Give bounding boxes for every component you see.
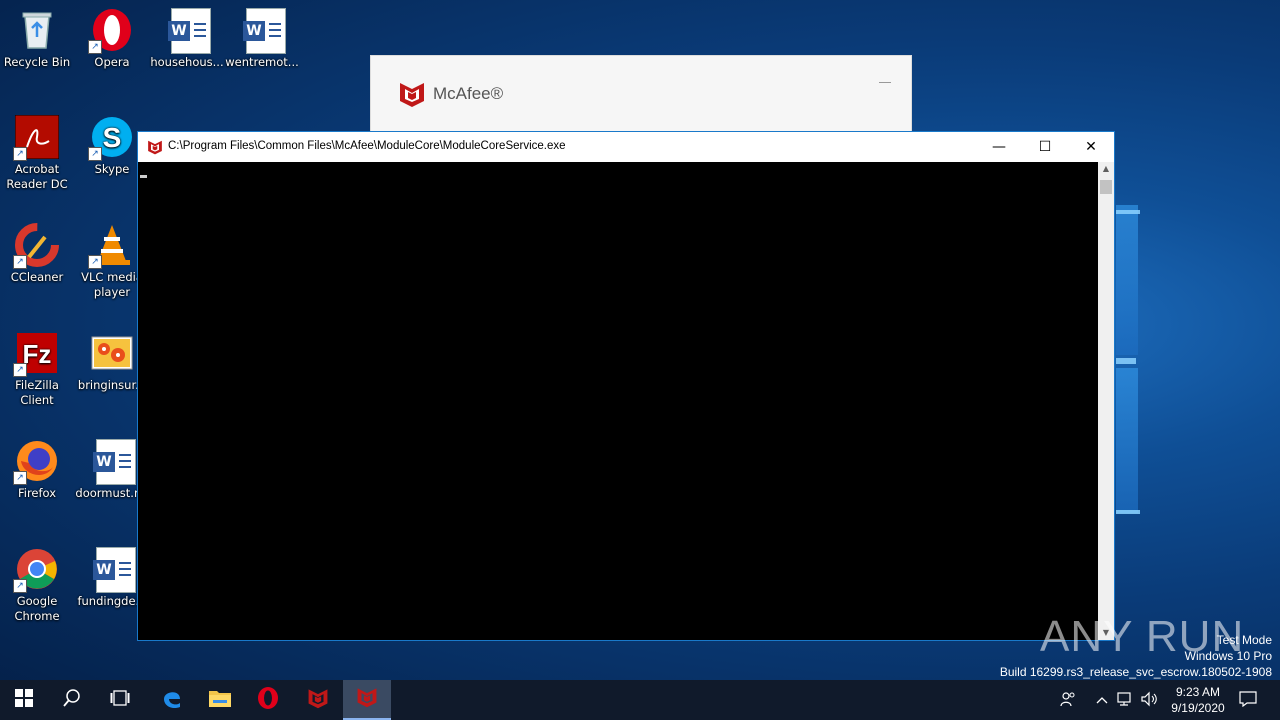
shortcut-arrow-icon: ↗ [13, 255, 27, 269]
scroll-up-icon[interactable]: ▲ [1098, 162, 1114, 176]
desktop-icon-filezilla[interactable]: Fz ↗ FileZilla Client [0, 331, 74, 408]
mcafee-logo-icon [147, 139, 163, 155]
shortcut-arrow-icon: ↗ [88, 255, 102, 269]
icon-label: wentremot... [225, 55, 299, 69]
recycle-bin-icon [15, 8, 59, 52]
console-window[interactable]: C:\Program Files\Common Files\McAfee\Mod… [137, 131, 1115, 641]
task-view-icon [110, 690, 130, 710]
mcafee-logo-icon [399, 80, 425, 112]
close-button[interactable]: ✕ [1068, 132, 1114, 162]
desktop-icon-wentremot[interactable]: W wentremot... [225, 8, 299, 70]
desktop-icon-chrome[interactable]: ↗ Google Chrome [0, 547, 74, 624]
word-document-icon: W [240, 8, 286, 54]
vertical-scrollbar[interactable]: ▲ ▼ [1098, 162, 1114, 640]
skype-icon: S ↗ [88, 115, 134, 161]
desktop-icon-opera[interactable]: ↗ Opera [75, 8, 149, 70]
filezilla-icon: Fz ↗ [13, 331, 59, 377]
scrollbar-thumb[interactable] [1100, 180, 1112, 194]
icon-label: Opera [94, 55, 130, 69]
clock-time: 9:23 AM [1175, 685, 1221, 699]
wallpaper-beam [1116, 358, 1136, 364]
svg-text:S: S [103, 122, 122, 153]
firefox-icon: ↗ [13, 439, 59, 485]
icon-label: househous... [150, 55, 224, 69]
shortcut-arrow-icon: ↗ [13, 363, 27, 377]
taskbar-edge[interactable] [148, 680, 196, 720]
console-output[interactable] [138, 162, 1098, 640]
minimize-button[interactable]: — [976, 132, 1022, 162]
windows-logo-icon [15, 689, 33, 711]
opera-icon [257, 687, 279, 713]
shortcut-arrow-icon: ↗ [13, 147, 27, 161]
taskbar-opera[interactable] [244, 680, 292, 720]
shortcut-arrow-icon: ↗ [88, 147, 102, 161]
icon-label: Recycle Bin [3, 55, 71, 69]
word-document-icon: W [90, 439, 136, 485]
watermark-line: Build 16299.rs3_release_svc_escrow.18050… [999, 665, 1272, 679]
word-document-icon: W [165, 8, 211, 54]
wallpaper-beam [1116, 210, 1140, 214]
notification-icon [1239, 690, 1257, 710]
taskbar-mcafee-console[interactable] [343, 680, 391, 720]
volume-button[interactable] [1138, 680, 1160, 720]
wallpaper-logo-pane [1116, 368, 1138, 513]
shortcut-arrow-icon: ↗ [13, 579, 27, 593]
mcafee-window[interactable]: McAfee® [370, 55, 912, 133]
chrome-icon: ↗ [13, 547, 59, 593]
icon-label: Firefox [17, 486, 57, 500]
acrobat-icon: ↗ [13, 114, 60, 161]
action-center-button[interactable] [1234, 680, 1262, 720]
window-title: C:\Program Files\Common Files\McAfee\Mod… [168, 140, 566, 152]
start-button[interactable] [0, 680, 48, 720]
show-hidden-icons-button[interactable] [1092, 680, 1112, 720]
clock[interactable]: 9:23 AM 9/19/2020 [1160, 684, 1236, 716]
clock-date: 9/19/2020 [1171, 701, 1225, 715]
mcafee-brand: McAfee® [433, 84, 504, 103]
taskbar: 9:23 AM 9/19/2020 [0, 680, 1280, 720]
network-button[interactable] [1114, 680, 1136, 720]
shortcut-arrow-icon: ↗ [88, 40, 102, 54]
search-button[interactable] [48, 680, 96, 720]
desktop-icon-acrobat[interactable]: ↗ Acrobat Reader DC [0, 114, 74, 192]
desktop-icon-firefox[interactable]: ↗ Firefox [0, 439, 74, 501]
people-button[interactable] [1056, 680, 1080, 720]
task-view-button[interactable] [96, 680, 144, 720]
speaker-icon [1140, 691, 1158, 710]
network-icon [1116, 691, 1134, 710]
icon-label: Google Chrome [14, 594, 60, 623]
word-document-icon: W [90, 547, 136, 593]
folder-icon [208, 688, 232, 712]
icon-label: Acrobat Reader DC [6, 162, 68, 191]
mcafee-logo-icon [356, 686, 378, 712]
taskbar-file-explorer[interactable] [196, 680, 244, 720]
wallpaper-beam [1116, 510, 1140, 514]
chevron-up-icon [1096, 693, 1108, 707]
ccleaner-icon: ↗ [13, 223, 59, 269]
text-cursor [140, 175, 147, 178]
taskbar-mcafee[interactable] [294, 680, 342, 720]
title-bar[interactable]: C:\Program Files\Common Files\McAfee\Mod… [138, 132, 1114, 162]
desktop-icon-househous[interactable]: W househous... [150, 8, 224, 70]
test-mode-watermark: Test Mode Windows 10 Pro Build 16299.rs3… [1000, 632, 1272, 680]
maximize-button[interactable]: ☐ [1022, 132, 1068, 162]
minimize-button[interactable] [879, 82, 891, 83]
wallpaper-logo-pane [1116, 205, 1138, 355]
shortcut-arrow-icon: ↗ [13, 471, 27, 485]
icon-label: CCleaner [10, 270, 64, 284]
edge-icon [161, 687, 183, 713]
image-file-icon [90, 331, 134, 375]
watermark-line: Test Mode [1216, 633, 1272, 647]
vlc-icon: ↗ [88, 223, 134, 269]
icon-label: FileZilla Client [15, 378, 59, 407]
opera-icon: ↗ [88, 8, 134, 54]
desktop-icon-recycle-bin[interactable]: Recycle Bin [0, 8, 74, 70]
watermark-line: Windows 10 Pro [1184, 649, 1272, 663]
mcafee-logo-icon [307, 687, 329, 713]
desktop-icon-ccleaner[interactable]: ↗ CCleaner [0, 223, 74, 285]
people-icon [1060, 691, 1076, 710]
search-icon [63, 689, 81, 711]
